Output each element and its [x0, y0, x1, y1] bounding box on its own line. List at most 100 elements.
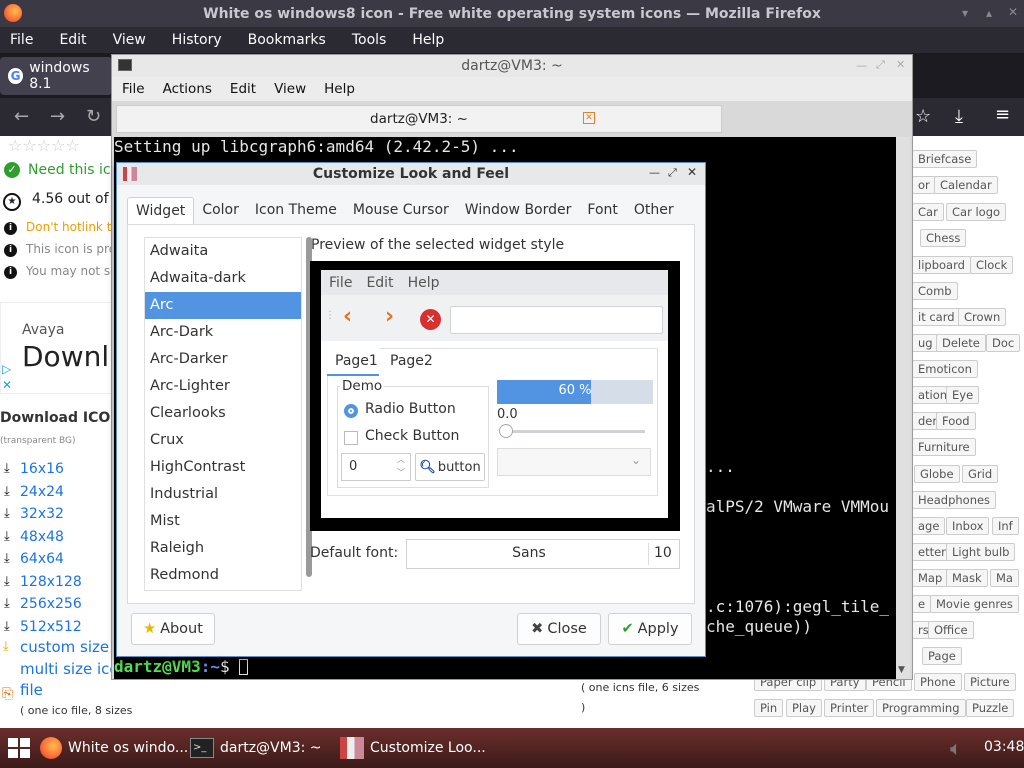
theme-item[interactable]: Adwaita: [145, 238, 301, 265]
multi-size-link[interactable]: multi size ico: [20, 660, 119, 678]
tag[interactable]: it card: [912, 308, 961, 326]
theme-item[interactable]: Crux: [145, 427, 301, 454]
download-48[interactable]: 48x48: [20, 526, 82, 549]
download-24[interactable]: 24x24: [20, 481, 82, 504]
download-512[interactable]: 512x512: [20, 616, 82, 639]
tag[interactable]: lipboard: [912, 256, 971, 274]
tag[interactable]: Office: [928, 621, 974, 639]
minimize-icon[interactable]: —: [649, 166, 660, 179]
tag[interactable]: Calendar: [934, 176, 998, 194]
bookmark-star-icon[interactable]: ☆: [915, 106, 931, 127]
maximize-icon[interactable]: ⤢: [668, 166, 677, 180]
taskbar-firefox[interactable]: White os windo...: [40, 728, 188, 768]
menu-edit[interactable]: Edit: [59, 32, 86, 48]
tag[interactable]: Chess: [920, 229, 967, 247]
tag[interactable]: Inbox: [946, 517, 990, 535]
tag[interactable]: Light bulb: [946, 543, 1016, 561]
tag[interactable]: Emoticon: [912, 360, 978, 378]
menu-tools[interactable]: Tools: [352, 32, 387, 48]
theme-item[interactable]: Arc-Dark: [145, 319, 301, 346]
minimize-icon[interactable]: ▾: [962, 6, 968, 20]
tag[interactable]: Programming: [876, 699, 966, 717]
download-16[interactable]: 16x16: [20, 458, 82, 481]
theme-item[interactable]: Redmond: [145, 562, 301, 589]
theme-item[interactable]: Arc-Lighter: [145, 373, 301, 400]
tab-mouse-cursor[interactable]: Mouse Cursor: [345, 197, 457, 225]
tag[interactable]: Delete: [936, 334, 986, 352]
tag[interactable]: Picture: [964, 673, 1016, 691]
tag[interactable]: or: [912, 176, 936, 194]
download-256[interactable]: 256x256: [20, 593, 82, 616]
tab-icon-theme[interactable]: Icon Theme: [247, 197, 345, 225]
close-button[interactable]: ✖ Close: [517, 613, 601, 645]
reload-icon[interactable]: ↻: [86, 106, 101, 127]
taskbar-customize[interactable]: Customize Loo...: [340, 728, 486, 768]
term-menu-actions[interactable]: Actions: [163, 81, 212, 97]
tag[interactable]: Pin: [754, 699, 784, 717]
tab-other[interactable]: Other: [626, 197, 682, 225]
multi-size-link-2[interactable]: file: [20, 681, 43, 699]
tab-close-icon[interactable]: ✕: [583, 112, 595, 124]
download-128[interactable]: 128x128: [20, 571, 82, 594]
start-menu-icon[interactable]: [8, 738, 30, 758]
tag[interactable]: Clock: [970, 256, 1014, 274]
download-64[interactable]: 64x64: [20, 548, 82, 571]
tag[interactable]: ug: [912, 334, 939, 352]
close-icon[interactable]: ✕: [1008, 5, 1018, 19]
theme-item[interactable]: Industrial: [145, 481, 301, 508]
forward-icon[interactable]: →: [50, 106, 65, 127]
terminal-tab[interactable]: dartz@VM3: ~: [116, 105, 722, 133]
tag[interactable]: Printer: [824, 699, 875, 717]
theme-item[interactable]: Arc-Darker: [145, 346, 301, 373]
app-menu-icon[interactable]: ≡: [995, 104, 1010, 125]
maximize-icon[interactable]: ▴: [986, 6, 992, 20]
theme-list[interactable]: Adwaita Adwaita-dark Arc Arc-Dark Arc-Da…: [144, 237, 302, 591]
scroll-down-icon[interactable]: ▼: [898, 665, 905, 675]
theme-item-selected[interactable]: Arc: [145, 292, 301, 319]
theme-item[interactable]: Raleigh: [145, 535, 301, 562]
custom-size-link[interactable]: custom size: [20, 638, 109, 656]
tag[interactable]: Briefcase: [912, 150, 978, 168]
theme-item[interactable]: Clearlooks: [145, 400, 301, 427]
tag[interactable]: Grid: [962, 465, 999, 483]
ad-close-icon[interactable]: ✕: [2, 378, 12, 392]
close-icon[interactable]: ✕: [687, 165, 697, 179]
maximize-icon[interactable]: ⤢: [876, 58, 885, 72]
tab-widget[interactable]: Widget: [127, 197, 195, 225]
tag[interactable]: Car logo: [946, 203, 1007, 221]
theme-item[interactable]: Mist: [145, 508, 301, 535]
back-icon[interactable]: ←: [14, 106, 29, 127]
tag[interactable]: Doc: [986, 334, 1021, 352]
tag[interactable]: Globe: [914, 465, 960, 483]
theme-item[interactable]: HighContrast: [145, 454, 301, 481]
tag[interactable]: Phone: [914, 673, 962, 691]
tag[interactable]: Mask: [946, 569, 988, 587]
downloads-icon[interactable]: ⤓: [955, 106, 963, 127]
tag[interactable]: Puzzle: [966, 699, 1015, 717]
tag[interactable]: Movie genres: [930, 595, 1019, 613]
minimize-icon[interactable]: —: [856, 59, 867, 72]
browser-tab[interactable]: Gwindows 8.1: [0, 57, 112, 95]
volume-icon[interactable]: 🔈︎: [950, 736, 962, 760]
tag[interactable]: age: [912, 517, 946, 535]
about-button[interactable]: ★ About: [131, 613, 215, 645]
download-32[interactable]: 32x32: [20, 503, 82, 526]
tag[interactable]: Crown: [958, 308, 1007, 326]
tag[interactable]: Eye: [946, 386, 980, 404]
tag[interactable]: e: [912, 595, 932, 613]
menu-bookmarks[interactable]: Bookmarks: [248, 32, 326, 48]
close-icon[interactable]: ✕: [896, 58, 905, 71]
clock[interactable]: 03:48: [984, 739, 1024, 755]
tab-window-border[interactable]: Window Border: [457, 197, 580, 225]
terminal-scrollbar[interactable]: [896, 137, 910, 679]
tag[interactable]: Inf: [992, 517, 1019, 535]
tab-color[interactable]: Color: [194, 197, 247, 225]
tag[interactable]: Map: [912, 569, 949, 587]
tag[interactable]: Car: [912, 203, 944, 221]
theme-item[interactable]: Adwaita-dark: [145, 265, 301, 292]
tag[interactable]: Headphones: [912, 491, 997, 509]
tag[interactable]: Page: [922, 647, 962, 665]
ad-choices-icon[interactable]: ▷: [2, 362, 11, 376]
tag[interactable]: Play: [786, 699, 822, 717]
tag[interactable]: Ma: [990, 569, 1019, 587]
